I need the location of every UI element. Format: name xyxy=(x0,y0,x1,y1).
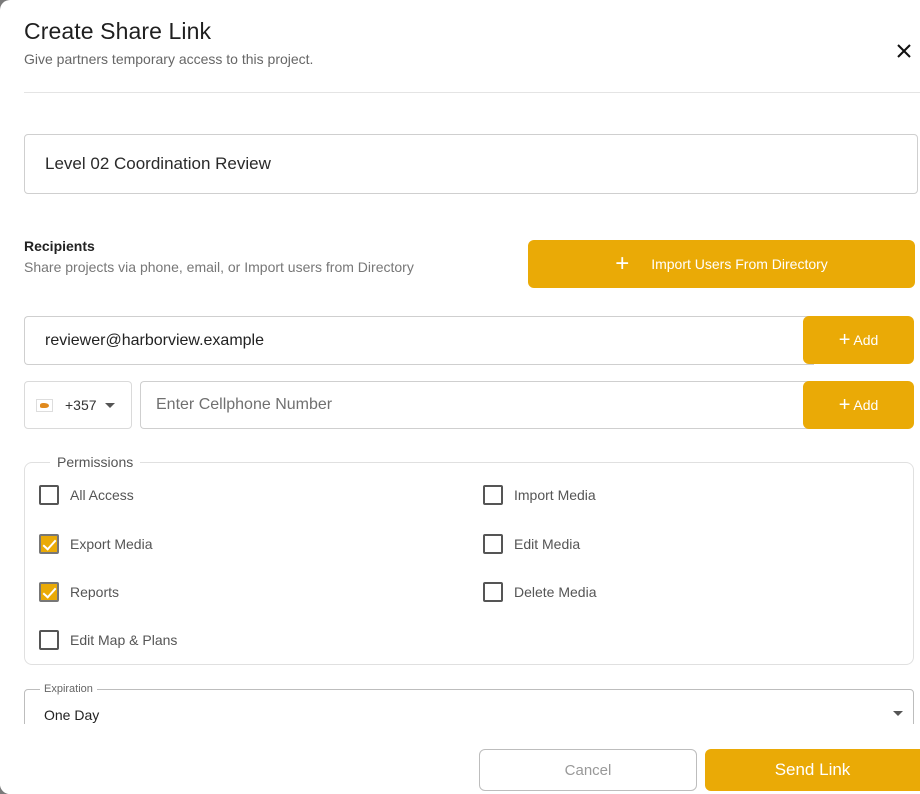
permissions-legend: Permissions xyxy=(50,454,141,470)
permission-export-media[interactable]: Export Media xyxy=(39,534,152,554)
import-users-label: Import Users From Directory xyxy=(651,256,828,272)
country-code-select[interactable]: +357 xyxy=(24,381,132,429)
permission-label: Edit Media xyxy=(514,536,581,552)
share-link-dialog: Create Share Link Give partners temporar… xyxy=(0,0,920,794)
phone-field[interactable] xyxy=(140,381,814,429)
link-name-field[interactable]: Level 02 Coordination Review xyxy=(24,134,918,194)
add-email-label: Add xyxy=(853,332,879,348)
permission-edit-map-plans[interactable]: Edit Map & Plans xyxy=(39,630,177,650)
import-users-button[interactable]: + Import Users From Directory xyxy=(528,240,915,288)
checkbox[interactable] xyxy=(483,534,503,554)
permission-delete-media[interactable]: Delete Media xyxy=(483,582,597,602)
chevron-down-icon xyxy=(104,402,115,408)
permission-reports[interactable]: Reports xyxy=(39,582,119,602)
cancel-button[interactable]: Cancel xyxy=(479,749,697,791)
dialog-subtitle: Give partners temporary access to this p… xyxy=(24,51,314,67)
checkbox[interactable] xyxy=(39,630,59,650)
permission-label: Reports xyxy=(70,584,120,600)
recipients-title: Recipients xyxy=(24,238,95,254)
permission-label: Delete Media xyxy=(514,584,597,600)
phone-input[interactable] xyxy=(156,396,814,414)
permission-import-media[interactable]: Import Media xyxy=(483,485,596,505)
add-phone-label: Add xyxy=(853,397,879,413)
checkbox[interactable] xyxy=(39,534,59,554)
checkbox[interactable] xyxy=(483,485,503,505)
permission-edit-media[interactable]: Edit Media xyxy=(483,534,580,554)
dialog-title: Create Share Link xyxy=(24,18,212,44)
permission-label: All Access xyxy=(70,487,134,503)
add-email-button[interactable]: + Add xyxy=(803,316,914,364)
permission-all-access[interactable]: All Access xyxy=(39,485,134,505)
permission-label: Import Media xyxy=(514,487,596,503)
checkbox[interactable] xyxy=(39,582,59,602)
email-value: reviewer@harborview.example xyxy=(45,331,264,349)
chevron-down-icon[interactable] xyxy=(893,711,903,716)
expiration-legend: Expiration xyxy=(40,683,97,695)
email-field[interactable]: reviewer@harborview.example xyxy=(24,316,814,365)
plus-icon: + xyxy=(838,329,851,351)
plus-icon: + xyxy=(838,394,851,416)
checkbox[interactable] xyxy=(39,485,59,505)
link-name-value: Level 02 Coordination Review xyxy=(45,154,271,173)
header-divider xyxy=(24,92,920,93)
cyprus-flag-icon xyxy=(36,398,53,412)
permission-label: Edit Map & Plans xyxy=(70,632,178,648)
add-phone-button[interactable]: + Add xyxy=(803,381,914,429)
send-link-button[interactable]: Send Link xyxy=(705,749,920,791)
plus-icon: + xyxy=(615,250,630,277)
expiration-value: One Day xyxy=(44,707,100,723)
country-code-value: +357 xyxy=(65,397,97,413)
close-icon[interactable] xyxy=(893,40,915,62)
checkbox[interactable] xyxy=(483,582,503,602)
recipients-subtitle: Share projects via phone, email, or Impo… xyxy=(24,259,414,275)
permission-label: Export Media xyxy=(70,536,153,552)
